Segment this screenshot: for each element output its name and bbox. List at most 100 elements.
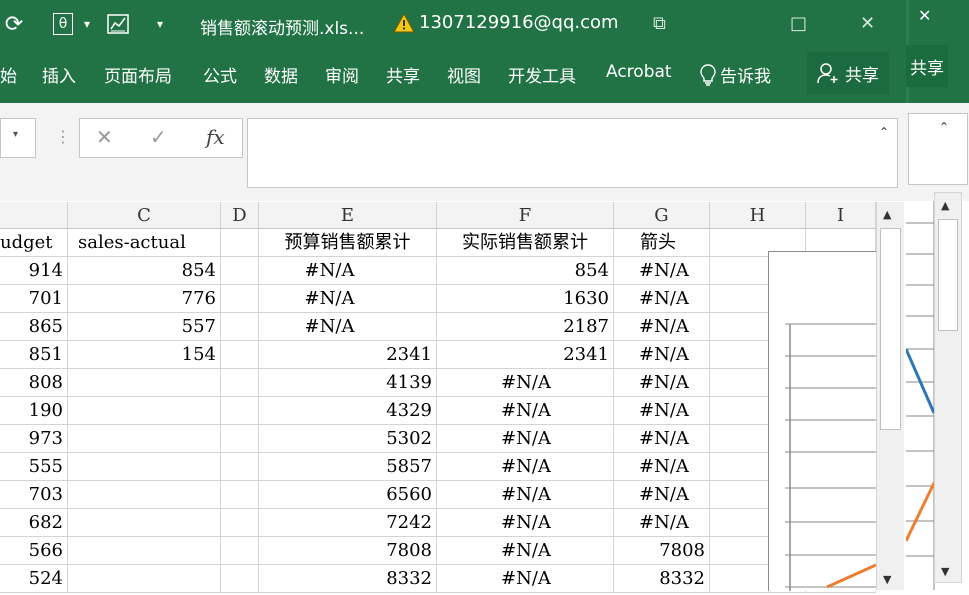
cell-arrow[interactable]: #N/A bbox=[614, 453, 710, 481]
vertical-scrollbar[interactable]: ▲ ▼ bbox=[876, 202, 904, 590]
cell-sales-actual[interactable] bbox=[68, 537, 221, 565]
insert-function-icon[interactable]: fx bbox=[206, 125, 225, 149]
cell-budget-cumulative[interactable]: #N/A bbox=[259, 285, 437, 313]
cell-actual-cumulative[interactable]: #N/A bbox=[437, 481, 614, 509]
cell-arrow[interactable]: #N/A bbox=[614, 509, 710, 537]
share-button[interactable]: 共享 bbox=[807, 52, 889, 94]
tab-home[interactable]: 始 bbox=[0, 62, 17, 87]
cell-actual-cumulative[interactable]: #N/A bbox=[437, 425, 614, 453]
cell-arrow[interactable]: 7808 bbox=[614, 537, 710, 565]
background-formula-input[interactable]: ⌃ bbox=[908, 113, 968, 185]
background-vertical-scrollbar[interactable]: ▲ ▼ bbox=[934, 192, 962, 583]
tab-formulas[interactable]: 公式 bbox=[203, 62, 237, 87]
background-collapse-icon[interactable]: ⌃ bbox=[939, 120, 949, 134]
column-header-e[interactable]: E bbox=[259, 202, 437, 229]
cell-sales-actual[interactable] bbox=[68, 397, 221, 425]
cell-budget-cumulative[interactable]: 5857 bbox=[259, 453, 437, 481]
account-area[interactable]: 1307129916@qq.com bbox=[393, 12, 619, 33]
cell-budget-cumulative[interactable]: 7242 bbox=[259, 509, 437, 537]
cell-sales-actual[interactable]: 854 bbox=[68, 257, 221, 285]
cell-sales-actual[interactable] bbox=[68, 369, 221, 397]
cell-budget[interactable]: 555 bbox=[0, 453, 68, 481]
cell-d[interactable] bbox=[221, 285, 259, 313]
cell-d[interactable] bbox=[221, 369, 259, 397]
cell-sales-actual[interactable]: 154 bbox=[68, 341, 221, 369]
cell-d[interactable] bbox=[221, 481, 259, 509]
background-scroll-thumb[interactable] bbox=[938, 219, 958, 331]
cell-sales-actual[interactable]: 557 bbox=[68, 313, 221, 341]
cell-budget-cumulative[interactable]: 7808 bbox=[259, 537, 437, 565]
cell-d[interactable] bbox=[221, 313, 259, 341]
enter-icon[interactable]: ✓ bbox=[150, 125, 167, 149]
cell-sales-actual[interactable] bbox=[68, 453, 221, 481]
cell-budget[interactable]: 524 bbox=[0, 565, 68, 593]
column-header-i[interactable]: I bbox=[806, 202, 876, 229]
tab-insert[interactable]: 插入 bbox=[42, 62, 76, 87]
drag-handle-icon[interactable]: ⋮ bbox=[55, 127, 71, 146]
column-header-g[interactable]: G bbox=[614, 202, 710, 229]
cell-actual-cumulative[interactable]: #N/A bbox=[437, 453, 614, 481]
tab-review[interactable]: 审阅 bbox=[325, 62, 359, 87]
cell-actual-cumulative[interactable]: #N/A bbox=[437, 509, 614, 537]
formula-input[interactable]: ⌃ bbox=[247, 118, 898, 188]
cell-arrow[interactable]: #N/A bbox=[614, 341, 710, 369]
maximize-icon[interactable]: □ bbox=[790, 13, 807, 34]
background-scroll-down-icon[interactable]: ▼ bbox=[941, 565, 949, 578]
cell-header-actual-cumulative[interactable]: 实际销售额累计 bbox=[437, 229, 614, 257]
column-header-c[interactable]: C bbox=[68, 202, 221, 229]
tab-share[interactable]: 共享 bbox=[386, 62, 420, 87]
background-close-icon[interactable]: ✕ bbox=[918, 6, 931, 25]
cell-actual-cumulative[interactable]: 1630 bbox=[437, 285, 614, 313]
cell-budget[interactable]: 703 bbox=[0, 481, 68, 509]
cell-budget-cumulative[interactable]: 4329 bbox=[259, 397, 437, 425]
cell-budget[interactable]: 682 bbox=[0, 509, 68, 537]
customize-qat-icon[interactable]: ▾ bbox=[150, 11, 170, 37]
cell-d[interactable] bbox=[221, 565, 259, 593]
cell-budget-cumulative[interactable]: 6560 bbox=[259, 481, 437, 509]
cell-d[interactable] bbox=[221, 509, 259, 537]
cell-header-sales-actual[interactable]: sales-actual bbox=[68, 229, 221, 257]
cell-header-budget[interactable]: udget bbox=[0, 229, 68, 257]
cell-arrow[interactable]: #N/A bbox=[614, 397, 710, 425]
cancel-icon[interactable]: ✕ bbox=[96, 125, 113, 149]
background-scroll-up-icon[interactable]: ▲ bbox=[941, 199, 949, 212]
tab-developer[interactable]: 开发工具 bbox=[508, 62, 576, 87]
cell-budget-cumulative[interactable]: 8332 bbox=[259, 565, 437, 593]
embedded-chart[interactable] bbox=[768, 251, 877, 591]
cell-budget[interactable]: 566 bbox=[0, 537, 68, 565]
tab-page-layout[interactable]: 页面布局 bbox=[104, 62, 172, 87]
cell-d[interactable] bbox=[221, 397, 259, 425]
cell-budget[interactable]: 701 bbox=[0, 285, 68, 313]
cell-actual-cumulative[interactable]: 2341 bbox=[437, 341, 614, 369]
cell-arrow[interactable]: #N/A bbox=[614, 369, 710, 397]
cell-budget[interactable]: 808 bbox=[0, 369, 68, 397]
cell-arrow[interactable]: #N/A bbox=[614, 313, 710, 341]
cell-sales-actual[interactable]: 776 bbox=[68, 285, 221, 313]
qat-custom-icon[interactable]: θ bbox=[50, 11, 76, 37]
scroll-up-icon[interactable]: ▲ bbox=[883, 208, 891, 221]
cell-arrow[interactable]: #N/A bbox=[614, 285, 710, 313]
tab-view[interactable]: 视图 bbox=[447, 62, 481, 87]
cell-actual-cumulative[interactable]: #N/A bbox=[437, 565, 614, 593]
cell-actual-cumulative[interactable]: 2187 bbox=[437, 313, 614, 341]
cell-d[interactable] bbox=[221, 453, 259, 481]
name-box[interactable]: ▾ bbox=[0, 118, 36, 158]
cell-actual-cumulative[interactable]: #N/A bbox=[437, 537, 614, 565]
cell-d[interactable] bbox=[221, 341, 259, 369]
cell-header-budget-cumulative[interactable]: 预算销售额累计 bbox=[259, 229, 437, 257]
cell-sales-actual[interactable] bbox=[68, 425, 221, 453]
redo-icon[interactable]: ⟳ bbox=[2, 11, 26, 37]
cell-budget-cumulative[interactable]: #N/A bbox=[259, 313, 437, 341]
qat-chart-icon[interactable] bbox=[105, 11, 131, 37]
qat-dropdown-icon[interactable]: ▾ bbox=[80, 11, 94, 37]
tell-me-box[interactable]: 告诉我 bbox=[700, 62, 771, 87]
cell-header-arrow[interactable]: 箭头 bbox=[614, 229, 710, 257]
cell-budget-cumulative[interactable]: #N/A bbox=[259, 257, 437, 285]
cell-budget[interactable]: 851 bbox=[0, 341, 68, 369]
cell-header-d[interactable] bbox=[221, 229, 259, 257]
cell-sales-actual[interactable] bbox=[68, 509, 221, 537]
cell-budget[interactable]: 190 bbox=[0, 397, 68, 425]
column-header-d[interactable]: D bbox=[221, 202, 259, 229]
scroll-down-icon[interactable]: ▼ bbox=[883, 573, 891, 586]
cell-budget-cumulative[interactable]: 2341 bbox=[259, 341, 437, 369]
